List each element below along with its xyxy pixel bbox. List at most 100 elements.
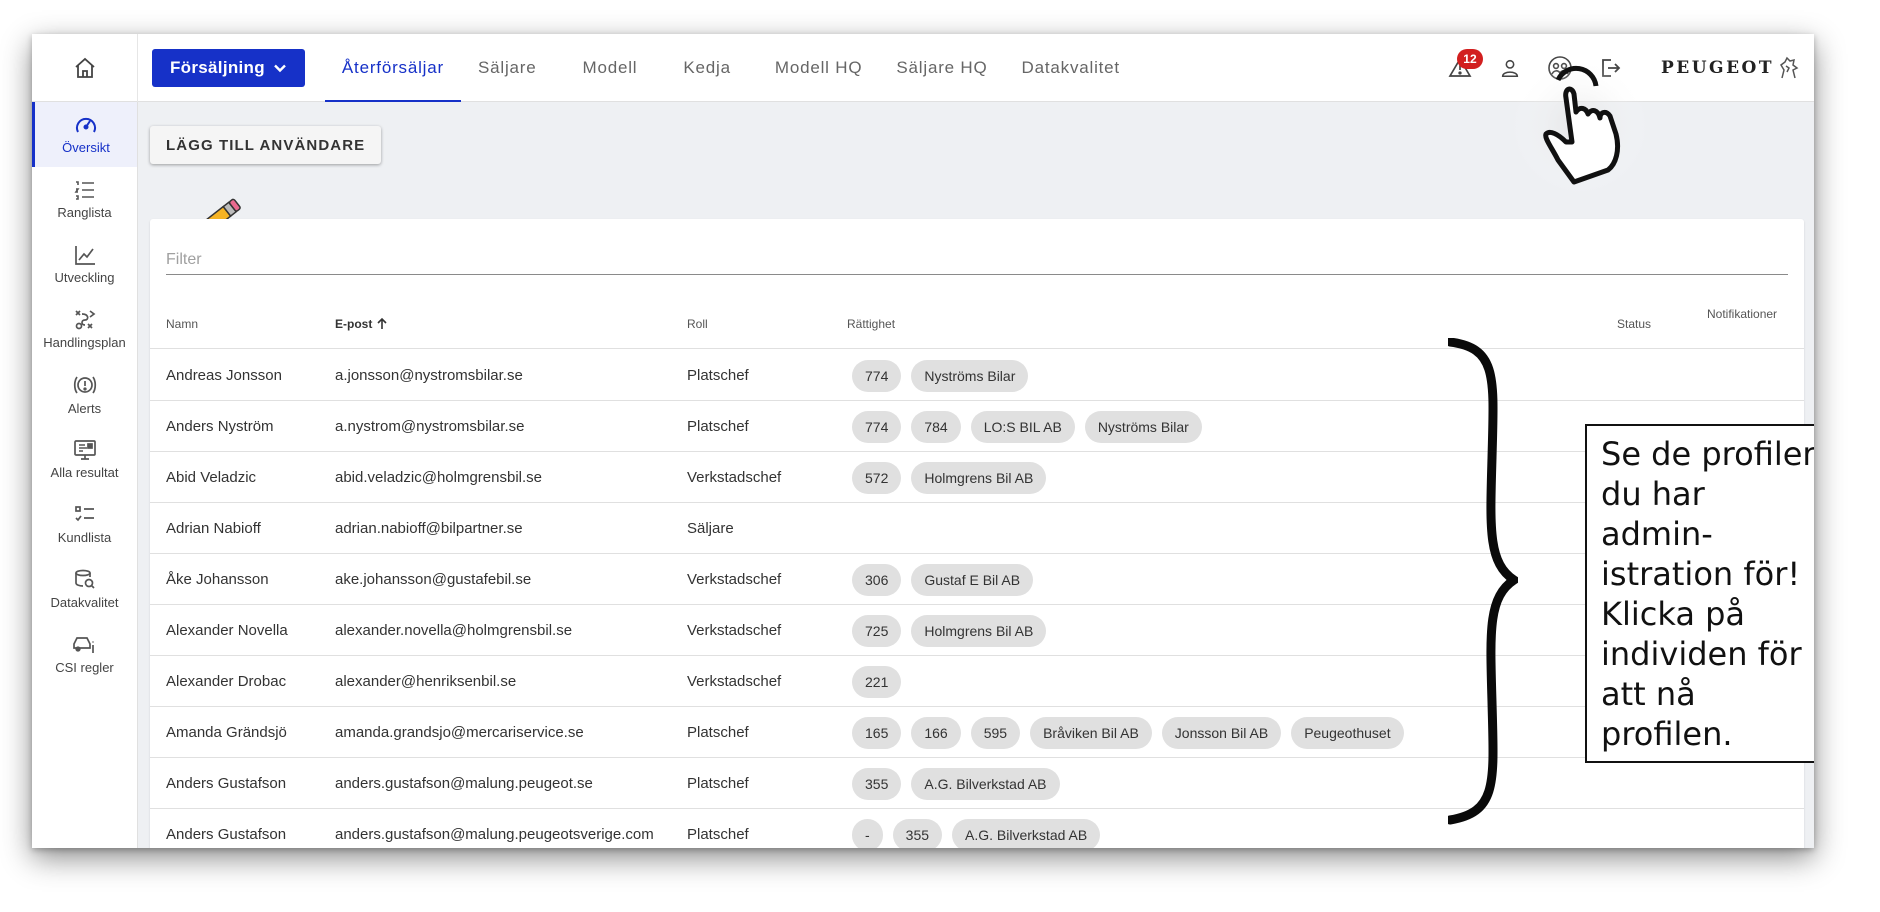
sort-arrow-up-icon (377, 317, 387, 329)
tab-modell[interactable]: Modell (566, 34, 655, 102)
chevron-down-icon (274, 64, 286, 72)
user-rights: 725 Holmgrens Bil AB (852, 605, 1047, 656)
right-chip: Nyströms Bilar (1084, 410, 1202, 443)
sidebar-item-alla-resultat[interactable]: Alla resultat (32, 427, 137, 492)
alerts-button[interactable]: 12 (1445, 49, 1483, 83)
table-row[interactable]: Andreas Jonsson a.jonsson@nystromsbilar.s… (150, 350, 1804, 401)
right-chip: Jonsson Bil AB (1161, 716, 1282, 749)
column-header-name[interactable]: Namn (166, 299, 198, 349)
user-email: amanda.grandsjo@mercariservice.se (335, 724, 584, 741)
user-rights: 355 A.G. Bilverkstad AB (852, 758, 1060, 809)
table-row[interactable]: Alexander Novella alexander.novella@holmg… (150, 605, 1804, 656)
sidebar-item-csi-regler[interactable]: CSI regler (32, 622, 137, 687)
right-chip: 595 (970, 716, 1021, 749)
table-row[interactable]: Alexander Drobac alexander@henriksenbil.s… (150, 656, 1804, 707)
sidebar-item-datakvalitet[interactable]: Datakvalitet (32, 557, 137, 622)
users-card: Namn E-post Roll Rättighet Status Notifi… (150, 219, 1804, 848)
monitor-icon (73, 440, 96, 460)
table-row[interactable]: Anders Gustafson anders.gustafson@malung.… (150, 809, 1804, 848)
right-chip: Peugeothuset (1291, 716, 1404, 749)
user-name: Abid Veladzic (166, 469, 257, 486)
user-role: Platschef (687, 775, 749, 792)
sidebar-item-alerts[interactable]: Alerts (32, 362, 137, 427)
sidebar-item-label: Handlingsplan (43, 335, 126, 350)
sidebar-item-handlingsplan[interactable]: Handlingsplan (32, 297, 137, 362)
table-row[interactable]: Åke Johansson ake.johansson@gustafebil.se… (150, 554, 1804, 605)
table-row[interactable]: Anders Gustafson anders.gustafson@malung.… (150, 758, 1804, 809)
lion-icon (1780, 56, 1799, 79)
annotation-callout: Se de profiler du har admin- istration f… (1585, 424, 1814, 763)
table-header: Namn E-post Roll Rättighet Status Notifi… (150, 299, 1804, 349)
right-chip: Bråviken Bil AB (1030, 716, 1152, 749)
right-chip: Holmgrens Bil AB (911, 461, 1047, 494)
add-user-button[interactable]: LÄGG TILL ANVÄNDARE (150, 126, 382, 164)
database-search-icon (74, 569, 95, 589)
user-name: Alexander Drobac (166, 673, 287, 690)
sidebar-item-label: Kundlista (57, 530, 112, 545)
table-row[interactable]: Adrian Nabioff adrian.nabioff@bilpartner.… (150, 503, 1804, 554)
action-plan-icon (74, 310, 95, 330)
callout-line: admin- (1601, 515, 1713, 553)
column-header-status[interactable]: Status (1617, 299, 1651, 349)
right-chip: A.G. Bilverkstad AB (911, 767, 1060, 800)
column-header-role[interactable]: Roll (687, 299, 708, 349)
right-chip: Holmgrens Bil AB (911, 614, 1047, 647)
user-role: Verkstadschef (687, 571, 782, 588)
user-name: Anders Nyström (166, 418, 274, 435)
user-name: Anders Gustafson (166, 775, 287, 792)
app-window: Försäljning Återförsäljar Säljare Modell… (32, 34, 1814, 848)
right-chip: 774 (852, 410, 902, 443)
tab-kedja[interactable]: Kedja (666, 34, 747, 102)
callout-line: profilen. (1601, 715, 1733, 753)
table-row[interactable]: Anders Nyström a.nystrom@nystromsbilar.se… (150, 401, 1804, 452)
sidebar-item-oversikt[interactable]: Översikt (32, 102, 137, 167)
right-chip: 166 (911, 716, 961, 749)
sidebar-item-label: Datakvalitet (50, 595, 119, 610)
column-header-email-label: E-post (335, 317, 373, 331)
filter-input[interactable] (166, 237, 1788, 275)
user-rights: 774 Nyströms Bilar (852, 350, 1029, 401)
tab-saljare[interactable]: Säljare (461, 34, 554, 102)
table-row[interactable]: Amanda Grändsjö amanda.grandsjo@mercarise… (150, 707, 1804, 758)
column-header-notifications[interactable]: Notifikationer (1707, 289, 1777, 339)
table-row[interactable]: Abid Veladzic abid.veladzic@holmgrensbil.… (150, 452, 1804, 503)
right-chip: 725 (852, 614, 902, 647)
table-body: Andreas Jonsson a.jonsson@nystromsbilar.s… (150, 350, 1804, 848)
callout-line: att nå (1601, 675, 1696, 713)
right-chip: A.G. Bilverkstad AB (952, 818, 1101, 848)
user-email: anders.gustafson@malung.peugeot.se (335, 775, 593, 792)
user-name: Åke Johansson (166, 571, 269, 588)
sidebar-item-label: CSI regler (55, 660, 114, 675)
user-rights: 165 166 595 Bråviken Bil AB Jonsson Bil AB Pe… (852, 707, 1404, 758)
tab-aterforsaljar[interactable]: Återförsäljar (324, 34, 462, 102)
right-chip: 784 (911, 410, 961, 443)
user-name: Adrian Nabioff (166, 520, 261, 537)
column-header-rights[interactable]: Rättighet (847, 299, 895, 349)
user-email: a.jonsson@nystromsbilar.se (335, 367, 523, 384)
tab-datakvalitet[interactable]: Datakvalitet (1005, 34, 1137, 102)
home-button[interactable] (32, 34, 138, 102)
sidebar-item-utveckling[interactable]: Utveckling (32, 232, 137, 297)
tab-saljare-hq[interactable]: Säljare HQ (879, 34, 1004, 102)
sidebar-item-kundlista[interactable]: Kundlista (32, 492, 137, 557)
user-rights: -355 A.G. Bilverkstad AB (852, 809, 1101, 848)
logo-text: PEUGEOT (1660, 58, 1774, 78)
callout-line: Klicka på (1601, 595, 1746, 633)
right-chip: 355 (892, 818, 943, 848)
sidebar-item-ranglista[interactable]: Ranglista (32, 167, 137, 232)
right-chip: 165 (852, 716, 902, 749)
user-email: anders.gustafson@malung.peugeotsverige.c… (335, 826, 654, 843)
user-role: Säljare (687, 520, 734, 537)
sales-dropdown-button[interactable]: Försäljning (152, 48, 305, 87)
user-email: alexander.novella@holmgrensbil.se (335, 622, 573, 639)
user-email: alexander@henriksenbil.se (335, 673, 517, 690)
nav-tabs: Återförsäljar Säljare Modell Kedja Model… (324, 34, 1137, 102)
tab-modell-hq[interactable]: Modell HQ (758, 34, 880, 102)
curly-brace-shape (1448, 338, 1518, 825)
right-chip: 355 (852, 767, 902, 800)
column-header-email[interactable]: E-post (335, 299, 389, 349)
alert-circle-icon (73, 376, 96, 394)
callout-line: Se de profiler (1601, 435, 1814, 473)
right-chip: 572 (852, 461, 902, 494)
user-rights: 221 (852, 656, 902, 707)
